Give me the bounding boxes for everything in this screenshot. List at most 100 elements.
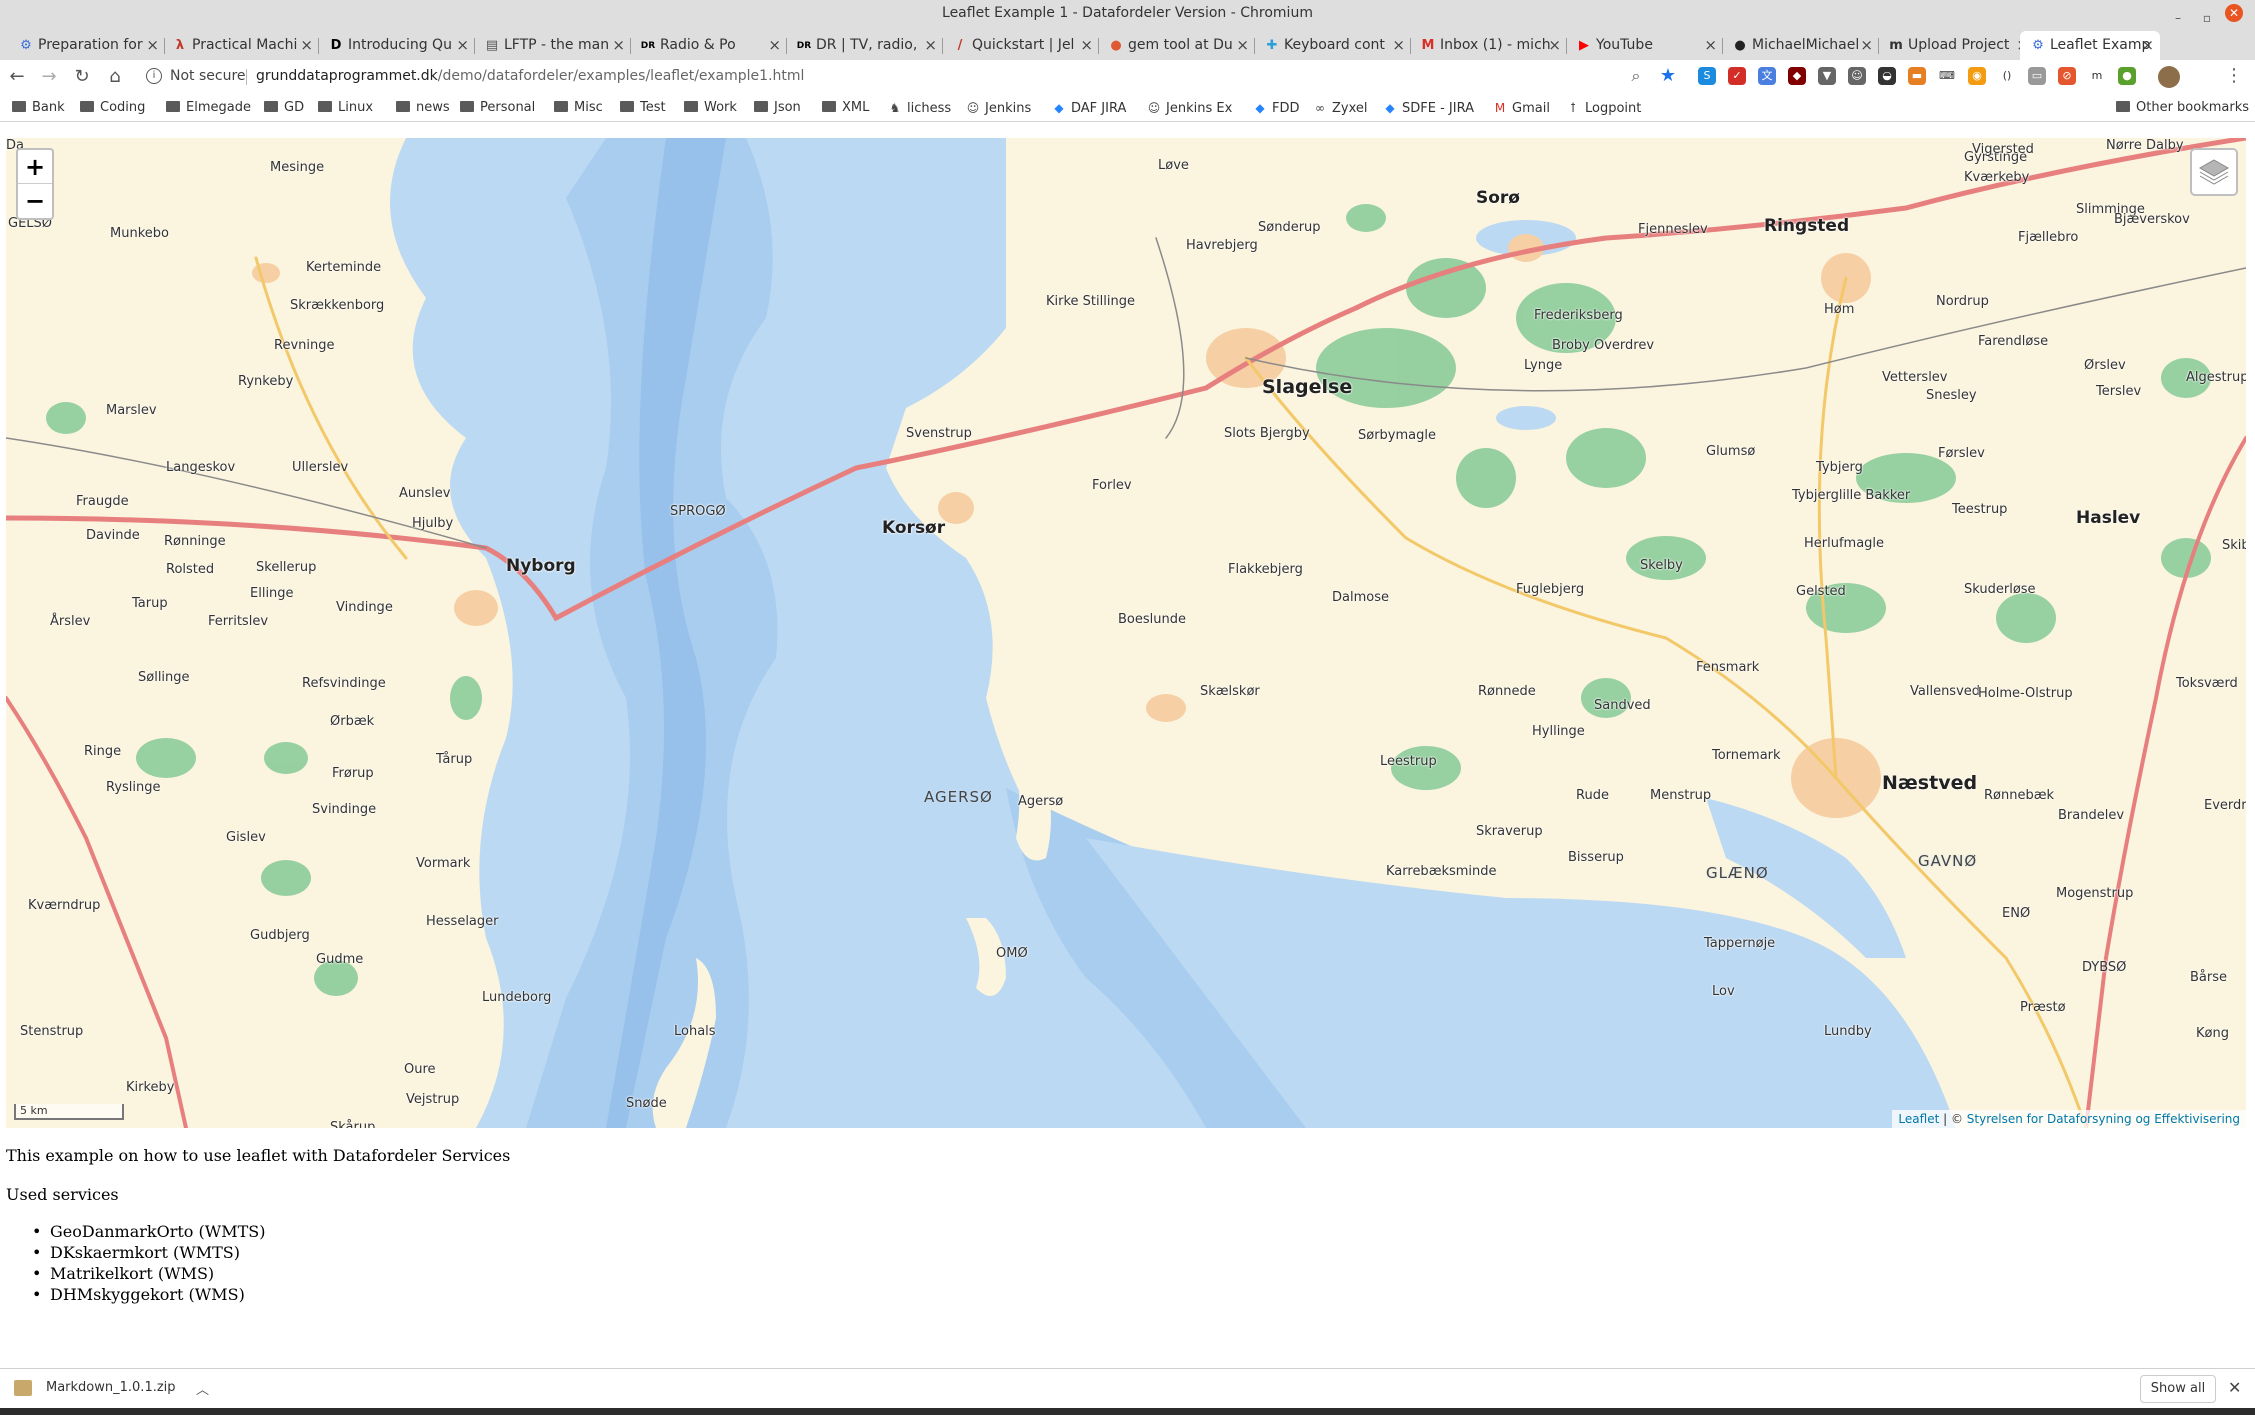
bookmark-gd[interactable]: GD xyxy=(264,99,304,117)
zoom-icon[interactable]: ⌕ xyxy=(1624,64,1648,88)
chevron-up-icon[interactable]: ︿ xyxy=(196,1379,209,1398)
bookmark-gmail[interactable]: M Gmail xyxy=(1493,99,1550,118)
leaflet-link[interactable]: Leaflet xyxy=(1898,1112,1939,1126)
bookmark-zyxel[interactable]: ∞ Zyxel xyxy=(1313,99,1368,118)
map-label: Toksværd xyxy=(2176,676,2238,691)
close-tab-icon[interactable]: × xyxy=(1236,31,1249,60)
bookmark-json[interactable]: Json xyxy=(754,99,801,117)
layers-control[interactable] xyxy=(2190,148,2238,196)
tab[interactable]: DR Radio & Po × xyxy=(630,31,787,60)
lambda-icon: λ xyxy=(175,38,185,53)
forward-icon[interactable]: → xyxy=(37,65,61,89)
bookmark-sdfe-jira[interactable]: ◆ SDFE - JIRA xyxy=(1383,99,1474,118)
download-bar: Markdown_1.0.1.zip ︿ Show all ✕ xyxy=(0,1368,2255,1408)
download-item[interactable]: Markdown_1.0.1.zip xyxy=(46,1380,176,1395)
show-all-button[interactable]: Show all xyxy=(2140,1375,2216,1403)
close-tab-icon[interactable]: × xyxy=(456,31,469,60)
menu-icon[interactable]: ⋮ xyxy=(2222,64,2246,88)
bookmark-elmegade[interactable]: Elmegade xyxy=(166,99,251,117)
ruler-icon[interactable]: ⌨ xyxy=(1938,67,1956,85)
bookmark-work[interactable]: Work xyxy=(684,99,737,117)
bookmark-daf-jira[interactable]: ◆ DAF JIRA xyxy=(1052,99,1126,118)
bookmark-lichess[interactable]: ♞ lichess xyxy=(888,99,952,118)
bookmark-news[interactable]: news xyxy=(396,99,450,117)
tab[interactable]: ● gem tool at Du × xyxy=(1098,31,1255,60)
bookmark-label: Bank xyxy=(32,100,65,115)
rss-icon[interactable]: ▬ xyxy=(1908,67,1926,85)
attribution-owner-link[interactable]: Styrelsen for Dataforsyning og Effektivi… xyxy=(1967,1112,2240,1126)
bookmark-star-icon[interactable]: ★ xyxy=(1656,64,1680,88)
other-bookmarks[interactable]: Other bookmarks xyxy=(2116,99,2249,117)
close-tab-icon[interactable]: × xyxy=(1392,31,1405,60)
close-icon[interactable]: ✕ xyxy=(2228,1378,2241,1397)
green-icon[interactable]: ● xyxy=(2118,67,2136,85)
tab[interactable]: D Introducing Qu × xyxy=(318,31,475,60)
info-icon[interactable]: i xyxy=(146,68,162,84)
block-icon[interactable]: ⊘ xyxy=(2058,67,2076,85)
tab[interactable]: ⚙ Leaflet Examp × xyxy=(2020,31,2160,60)
profile-icon[interactable]: ☺ xyxy=(1848,67,1866,85)
close-tab-icon[interactable]: × xyxy=(300,31,313,60)
skype-icon[interactable]: S xyxy=(1698,67,1716,85)
map-label: Lundeborg xyxy=(482,990,552,1005)
close-tab-icon[interactable]: × xyxy=(1860,31,1873,60)
bookmark-xml[interactable]: XML xyxy=(822,99,869,117)
bookmark-misc[interactable]: Misc xyxy=(554,99,603,117)
tab[interactable]: ▶ YouTube × xyxy=(1566,31,1723,60)
bookmark-bank[interactable]: Bank xyxy=(12,99,65,117)
tab[interactable]: / Quickstart | Jel × xyxy=(942,31,1099,60)
tab-label: Radio & Po xyxy=(660,37,736,53)
bookmark-jenkins-ex[interactable]: ☺ Jenkins Ex xyxy=(1147,99,1233,118)
close-tab-icon[interactable]: × xyxy=(924,31,937,60)
tab[interactable]: mUpload Project× xyxy=(1878,31,2035,60)
close-tab-icon[interactable]: × xyxy=(1548,31,1561,60)
translate-icon[interactable]: 文 xyxy=(1758,67,1776,85)
m-icon[interactable]: m xyxy=(2088,67,2106,85)
tab[interactable]: DR DR | TV, radio, × xyxy=(786,31,943,60)
url-text[interactable]: grunddataprogrammet.dk/demo/datafordeler… xyxy=(256,66,804,86)
avatar[interactable] xyxy=(2158,66,2180,88)
zoom-in-button[interactable]: + xyxy=(18,150,52,184)
map-label: Ørbæk xyxy=(330,714,375,729)
close-tab-icon[interactable]: × xyxy=(768,31,781,60)
filter-icon[interactable]: ▼ xyxy=(1818,67,1836,85)
map-label: Kværkeby xyxy=(1964,170,2030,185)
reload-icon[interactable]: ↻ xyxy=(70,65,94,89)
map-label: Præstø xyxy=(2020,1000,2066,1015)
close-tab-icon[interactable]: × xyxy=(612,31,625,60)
tab[interactable]: λ Practical Machi × xyxy=(162,31,319,60)
bookmark-jenkins[interactable]: ☺ Jenkins xyxy=(966,99,1032,118)
bookmark-logpoint[interactable]: ꝉ Logpoint xyxy=(1566,99,1641,118)
ublock-icon[interactable]: ◆ xyxy=(1788,67,1806,85)
bookmark-test[interactable]: Test xyxy=(620,99,666,117)
tab[interactable]: ● MichaelMichael × xyxy=(1722,31,1879,60)
brackets-icon[interactable]: () xyxy=(1998,67,2016,85)
tab[interactable]: ⚙ Preparation for × xyxy=(8,31,165,60)
folder-icon[interactable]: ▭ xyxy=(2028,67,2046,85)
lastpass-icon[interactable]: ✓ xyxy=(1728,67,1746,85)
zoom-out-button[interactable]: − xyxy=(18,184,52,218)
home-icon[interactable]: ⌂ xyxy=(103,65,127,89)
tab[interactable]: ✚ Keyboard cont × xyxy=(1254,31,1411,60)
bookmark-personal[interactable]: Personal xyxy=(460,99,535,117)
bookmark-linux[interactable]: Linux xyxy=(318,99,373,117)
back-icon[interactable]: ← xyxy=(5,65,29,89)
address-bar[interactable]: i Not secure grunddataprogrammet.dk/demo… xyxy=(140,63,1660,91)
map-label: Gudme xyxy=(316,952,364,967)
bookmark-fdd[interactable]: ◆ FDD xyxy=(1253,99,1299,118)
tab[interactable]: ▤ LFTP - the man × xyxy=(474,31,631,60)
close-tab-icon[interactable]: × xyxy=(1080,31,1093,60)
feed-icon[interactable]: ◉ xyxy=(1968,67,1986,85)
map-label: Tybjerg xyxy=(1816,460,1863,475)
dr-icon: DR xyxy=(640,41,656,51)
leaflet-map[interactable]: Mesinge GELSØ Munkebo Kerteminde Skrækkenbor… xyxy=(6,138,2246,1128)
map-label: Herlufmagle xyxy=(1804,536,1885,551)
bookmark-coding[interactable]: Coding xyxy=(80,99,145,117)
tab[interactable]: M Inbox (1) - mich × xyxy=(1410,31,1567,60)
close-tab-icon[interactable]: × xyxy=(2141,31,2154,60)
close-tab-icon[interactable]: × xyxy=(146,31,159,60)
map-label: Ferritslev xyxy=(208,614,269,629)
close-tab-icon[interactable]: × xyxy=(1704,31,1717,60)
shield-icon[interactable]: ◒ xyxy=(1878,67,1896,85)
close-window-icon[interactable]: ✕ xyxy=(2225,4,2243,22)
